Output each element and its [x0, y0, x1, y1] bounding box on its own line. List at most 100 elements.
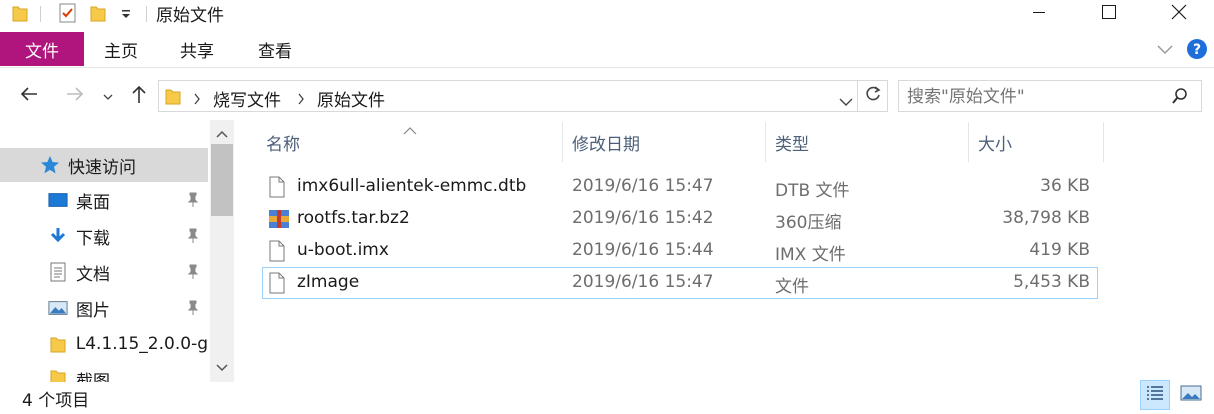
- tab-home[interactable]: 主页: [104, 32, 138, 66]
- sidebar-item-label: 图片: [76, 300, 110, 321]
- column-header-size[interactable]: 大小: [978, 122, 1012, 162]
- window-title: 原始文件: [156, 6, 224, 26]
- help-icon[interactable]: ?: [1186, 38, 1208, 65]
- refresh-button[interactable]: [858, 80, 888, 112]
- refresh-icon: [864, 85, 882, 108]
- search-icon[interactable]: [1171, 87, 1189, 110]
- file-name: imx6ull-alientek-emmc.dtb: [297, 176, 527, 196]
- search-input[interactable]: [907, 86, 1157, 108]
- sidebar-item-label: 文档: [76, 264, 110, 285]
- breadcrumb-item[interactable]: 原始文件: [317, 86, 385, 111]
- star-icon: [40, 155, 60, 175]
- up-button[interactable]: [126, 82, 152, 110]
- large-icons-view-button[interactable]: [1176, 380, 1206, 410]
- navigation-scrollbar[interactable]: [210, 120, 234, 382]
- status-bar: 4 个项目: [0, 382, 1214, 414]
- pin-icon: [186, 264, 200, 285]
- sidebar-item-downloads[interactable]: 下载: [0, 219, 208, 253]
- scrollbar-thumb[interactable]: [211, 144, 233, 216]
- sidebar-item-screenshots[interactable]: 截图: [0, 363, 208, 382]
- sort-ascending-icon: [403, 120, 417, 140]
- recent-locations-button[interactable]: [98, 82, 118, 110]
- scroll-up-icon[interactable]: [210, 122, 234, 146]
- column-divider[interactable]: [765, 122, 766, 162]
- chevron-down-icon: [103, 86, 113, 106]
- sidebar-item-pictures[interactable]: 图片: [0, 291, 208, 325]
- pictures-icon: [48, 298, 68, 318]
- column-divider[interactable]: [562, 122, 563, 162]
- file-row[interactable]: rootfs.tar.bz2 2019/6/16 15:42 360压缩 38,…: [262, 203, 1098, 235]
- column-divider[interactable]: [968, 122, 969, 162]
- file-name: rootfs.tar.bz2: [297, 208, 410, 228]
- file-date: 2019/6/16 15:47: [572, 176, 714, 196]
- sidebar-item-label: 桌面: [76, 192, 110, 213]
- customize-quick-access-icon[interactable]: [120, 0, 132, 26]
- tab-share[interactable]: 共享: [180, 32, 214, 66]
- close-icon: [1171, 4, 1187, 25]
- back-arrow-icon: [19, 86, 39, 107]
- column-header-type[interactable]: 类型: [775, 122, 809, 162]
- address-bar[interactable]: 烧写文件 原始文件: [158, 80, 858, 112]
- pin-icon: [186, 228, 200, 249]
- folder-icon: [165, 86, 181, 111]
- details-view-icon: [1145, 384, 1165, 407]
- file-type: IMX 文件: [775, 245, 846, 265]
- navigation-pane: 快速访问 桌面 下载 文档 图片 L4.1.15_2.0.0-g 截图: [0, 120, 234, 382]
- close-button[interactable]: [1144, 0, 1214, 28]
- forward-button[interactable]: [60, 82, 90, 110]
- file-date: 2019/6/16 15:42: [572, 208, 714, 228]
- scroll-down-icon[interactable]: [210, 356, 234, 380]
- column-header-name[interactable]: 名称: [266, 122, 300, 162]
- sidebar-item-folder[interactable]: L4.1.15_2.0.0-g: [0, 327, 208, 361]
- ribbon-tabs: 文件 主页 共享 查看 ?: [0, 32, 1214, 68]
- file-type: 文件: [775, 277, 809, 297]
- breadcrumb-separator-icon[interactable]: [193, 90, 201, 110]
- search-box: [898, 80, 1202, 112]
- desktop-icon: [48, 190, 68, 210]
- file-size: 36 KB: [1040, 176, 1090, 196]
- file-type: 360压缩: [775, 213, 842, 233]
- maximize-button[interactable]: [1074, 0, 1144, 28]
- folder-icon: [12, 0, 28, 26]
- file-date: 2019/6/16 15:47: [572, 272, 714, 292]
- maximize-icon: [1101, 4, 1117, 25]
- folder-icon: [48, 334, 68, 354]
- sidebar-item-quick-access[interactable]: 快速访问: [0, 148, 208, 182]
- svg-text:?: ?: [1193, 42, 1201, 58]
- file-row[interactable]: u-boot.imx 2019/6/16 15:44 IMX 文件 419 KB: [262, 235, 1098, 267]
- address-dropdown-icon[interactable]: [839, 92, 853, 112]
- file-row[interactable]: imx6ull-alientek-emmc.dtb 2019/6/16 15:4…: [262, 171, 1098, 203]
- file-icon: [268, 240, 288, 262]
- new-folder-icon[interactable]: [90, 0, 106, 26]
- sidebar-item-desktop[interactable]: 桌面: [0, 183, 208, 217]
- up-arrow-icon: [131, 84, 147, 109]
- file-size: 38,798 KB: [1002, 208, 1090, 228]
- file-icon: [268, 272, 288, 294]
- file-size: 5,453 KB: [1013, 272, 1090, 292]
- forward-arrow-icon: [65, 86, 85, 107]
- sidebar-item-label: 截图: [76, 372, 110, 382]
- minimize-button[interactable]: [1004, 0, 1074, 28]
- tab-view[interactable]: 查看: [258, 32, 292, 66]
- breadcrumb-item[interactable]: 烧写文件: [213, 86, 281, 111]
- file-name: u-boot.imx: [297, 240, 389, 260]
- folder-icon: [48, 367, 68, 382]
- sidebar-item-label: 快速访问: [68, 157, 136, 178]
- sidebar-item-documents[interactable]: 文档: [0, 255, 208, 289]
- archive-icon: [268, 208, 289, 230]
- file-row[interactable]: zImage 2019/6/16 15:47 文件 5,453 KB: [262, 267, 1098, 299]
- pin-icon: [186, 192, 200, 213]
- item-count: 4 个项目: [22, 391, 90, 411]
- file-icon: [268, 176, 288, 198]
- breadcrumb-separator-icon[interactable]: [297, 90, 305, 110]
- large-icons-view-icon: [1180, 384, 1202, 407]
- back-button[interactable]: [14, 82, 44, 110]
- column-header-date[interactable]: 修改日期: [572, 122, 640, 162]
- ribbon-expand-icon[interactable]: [1156, 41, 1174, 61]
- details-view-button[interactable]: [1140, 380, 1170, 410]
- column-divider[interactable]: [1103, 122, 1104, 162]
- minimize-icon: [1032, 4, 1046, 24]
- properties-icon[interactable]: [58, 0, 78, 26]
- pin-icon: [186, 300, 200, 321]
- tab-file[interactable]: 文件: [0, 32, 84, 66]
